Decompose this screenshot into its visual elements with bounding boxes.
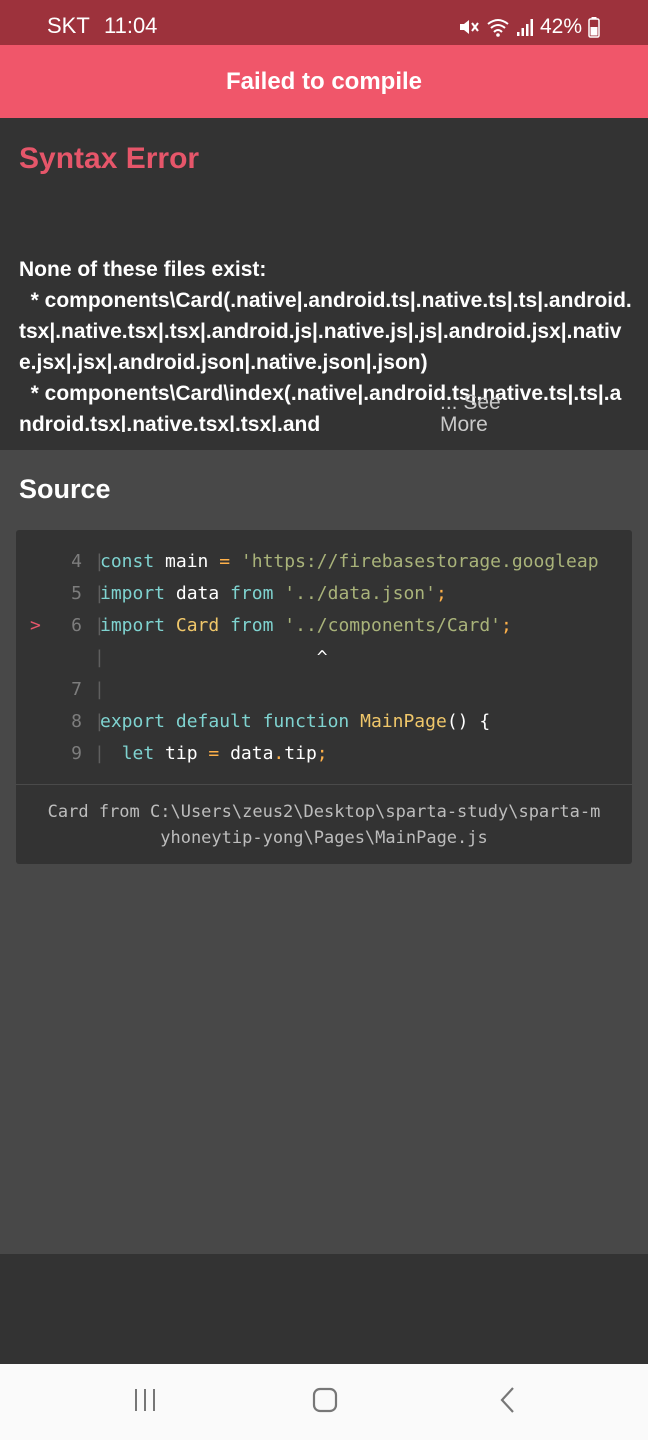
- code-token: from: [230, 615, 274, 636]
- code-lines: 4 | const main = 'https://firebasestorage.…: [16, 546, 632, 770]
- error-line-marker: >: [30, 615, 41, 636]
- code-line: 5 | import data from '../data.json';: [16, 578, 632, 610]
- code-token: let: [121, 743, 155, 764]
- gutter-separator: |: [94, 679, 105, 700]
- code-line: 9 | let tip = data.tip;: [16, 738, 632, 770]
- code-token: 'https://firebasestorage.googleap: [240, 551, 599, 572]
- code-token: () {: [446, 711, 491, 732]
- code-text: import data from '../data.json';: [100, 578, 447, 610]
- code-line: 4 | const main = 'https://firebasestorage.…: [16, 546, 632, 578]
- code-token: =: [208, 743, 220, 764]
- code-token: main: [154, 551, 220, 572]
- code-token: .: [273, 743, 285, 764]
- code-token: data: [219, 743, 274, 764]
- home-button[interactable]: [295, 1382, 355, 1422]
- header-title: Failed to compile: [225, 67, 423, 95]
- status-bar: SKT 11:04 42%: [0, 0, 648, 45]
- code-token: ;: [435, 583, 447, 604]
- battery-percent: 42%: [539, 15, 582, 38]
- code-token: '../data.json': [284, 583, 436, 604]
- code-token: tip: [284, 743, 317, 764]
- code-token: ;: [316, 743, 328, 764]
- line-number: 6: [71, 615, 82, 636]
- compile-error-header: Failed to compile: [0, 45, 648, 118]
- code-token: Card: [175, 615, 220, 636]
- status-icons: 42%: [458, 14, 600, 40]
- code-line: >6 | import Card from '../components/Card'…: [16, 610, 632, 642]
- code-token: tip: [154, 743, 209, 764]
- code-line: | ^: [16, 642, 632, 674]
- code-text: ^: [100, 642, 328, 674]
- code-text: const main = 'https://firebasestorage.go…: [100, 546, 599, 578]
- recent-apps-icon: [132, 1387, 158, 1418]
- code-token: import: [100, 583, 166, 604]
- line-number: 8: [71, 711, 82, 732]
- code-token: export: [100, 711, 166, 732]
- carrier-label: SKT: [47, 13, 90, 38]
- source-section: Source 4 | const main = 'https://firebases…: [0, 450, 648, 1254]
- code-token: data: [165, 583, 231, 604]
- back-icon: [496, 1386, 520, 1419]
- code-token: function: [262, 711, 350, 732]
- code-token: const: [100, 551, 155, 572]
- error-message: None of these files exist: * components\…: [19, 258, 632, 432]
- code-token: ;: [501, 615, 512, 636]
- back-button[interactable]: [478, 1382, 538, 1422]
- code-token: default: [175, 711, 252, 732]
- code-text: let tip = data.tip;: [100, 738, 328, 770]
- wifi-icon: [486, 17, 510, 37]
- file-path-line1: Card from C:\Users\zeus2\Desktop\sparta-…: [47, 802, 601, 822]
- code-frame: 4 | const main = 'https://firebasestorage.…: [16, 530, 632, 864]
- source-title: Source: [19, 474, 111, 504]
- line-number: 4: [71, 551, 82, 572]
- code-line: 8 | export default function MainPage() {: [16, 706, 632, 738]
- code-text: export default function MainPage() {: [100, 706, 490, 738]
- code-token: import: [100, 615, 166, 636]
- bottom-area: [0, 1254, 648, 1364]
- error-section: Syntax Error None of these files exist: …: [0, 118, 648, 450]
- battery-icon: [588, 16, 600, 38]
- status-time: 11:04: [104, 13, 158, 38]
- file-path-text: Card from C:\Users\zeus2\Desktop\sparta-…: [16, 799, 632, 851]
- code-token: MainPage: [360, 711, 447, 732]
- error-title: Syntax Error: [19, 142, 200, 175]
- code-token: =: [219, 551, 231, 572]
- mute-icon: [458, 17, 480, 37]
- recent-apps-button[interactable]: [115, 1382, 175, 1422]
- code-token: from: [230, 583, 274, 604]
- code-text: import Card from '../components/Card';: [100, 610, 512, 642]
- see-more-link[interactable]: ... See More: [440, 392, 520, 436]
- code-token: ^: [100, 647, 328, 668]
- line-number: 5: [71, 583, 82, 604]
- line-number: 7: [71, 679, 82, 700]
- line-number: 9: [71, 743, 82, 764]
- code-token: '../components/Card': [284, 615, 502, 636]
- signal-icon: [516, 17, 534, 37]
- code-file-path: Card from C:\Users\zeus2\Desktop\sparta-…: [16, 784, 632, 864]
- navigation-bar: [0, 1364, 648, 1440]
- code-line: 7 |: [16, 674, 632, 706]
- file-path-line2: yhoneytip-yong\Pages\MainPage.js: [160, 828, 488, 848]
- home-icon: [311, 1386, 339, 1419]
